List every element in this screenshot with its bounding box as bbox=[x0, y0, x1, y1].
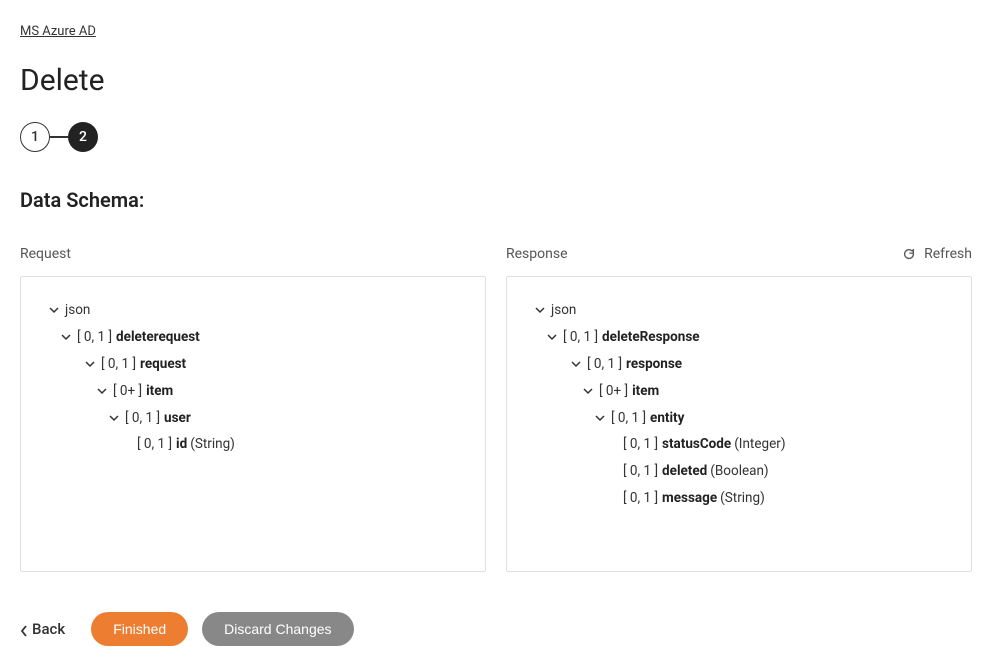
tree-node-name: statusCode bbox=[662, 435, 731, 454]
refresh-label: Refresh bbox=[924, 246, 972, 262]
tree-node-deleterequest[interactable]: [ 0, 1 ] deleterequest bbox=[37, 324, 469, 351]
step-1[interactable]: 1 bbox=[20, 122, 50, 152]
tree-node-entity[interactable]: [ 0, 1 ] entity bbox=[523, 405, 955, 432]
tree-node-cardinality: [ 0, 1 ] bbox=[77, 328, 112, 347]
tree-node-json[interactable]: json bbox=[523, 297, 955, 324]
chevron-left-icon bbox=[20, 623, 28, 635]
response-tree: json [ 0, 1 ] deleteResponse [ 0, 1 ] re… bbox=[506, 276, 972, 572]
tree-node-cardinality: [ 0, 1 ] bbox=[563, 328, 598, 347]
request-tree: json [ 0, 1 ] deleterequest [ 0, 1 ] req… bbox=[20, 276, 486, 572]
tree-node-user[interactable]: [ 0, 1 ] user bbox=[37, 405, 469, 432]
step-2[interactable]: 2 bbox=[68, 122, 98, 152]
section-title: Data Schema: bbox=[20, 188, 972, 212]
breadcrumb-link[interactable]: MS Azure AD bbox=[20, 24, 96, 39]
tree-node-cardinality: [ 0, 1 ] bbox=[623, 462, 658, 481]
tree-node-name: deleteResponse bbox=[602, 328, 700, 347]
tree-node-cardinality: [ 0+ ] bbox=[113, 382, 142, 401]
tree-node-cardinality: [ 0+ ] bbox=[599, 382, 628, 401]
chevron-down-icon bbox=[61, 332, 71, 342]
request-panel: Request json [ 0, 1 ] deleterequest bbox=[20, 244, 486, 572]
tree-node-name: id bbox=[176, 435, 187, 454]
chevron-down-icon bbox=[85, 359, 95, 369]
chevron-down-icon bbox=[595, 413, 605, 423]
back-button[interactable]: Back bbox=[20, 620, 65, 638]
finished-button[interactable]: Finished bbox=[91, 612, 188, 646]
tree-node-type: (Boolean) bbox=[710, 462, 768, 481]
tree-node-type: (Integer) bbox=[734, 435, 785, 454]
tree-node-name: request bbox=[140, 355, 186, 374]
tree-node-item[interactable]: [ 0+ ] item bbox=[37, 378, 469, 405]
request-label: Request bbox=[20, 246, 71, 262]
chevron-down-icon bbox=[49, 305, 59, 315]
tree-node-name: entity bbox=[650, 409, 684, 428]
refresh-icon bbox=[902, 247, 916, 261]
discard-button[interactable]: Discard Changes bbox=[202, 612, 353, 646]
tree-node-cardinality: [ 0, 1 ] bbox=[623, 489, 658, 508]
tree-node-request[interactable]: [ 0, 1 ] request bbox=[37, 351, 469, 378]
tree-node-label: json bbox=[551, 301, 576, 320]
tree-node-name: item bbox=[146, 382, 173, 401]
tree-node-id[interactable]: [ 0, 1 ] id (String) bbox=[37, 431, 469, 458]
tree-node-name: item bbox=[632, 382, 659, 401]
tree-node-cardinality: [ 0, 1 ] bbox=[623, 435, 658, 454]
page-title: Delete bbox=[20, 63, 972, 98]
tree-node-name: deleted bbox=[662, 462, 707, 481]
tree-node-response[interactable]: [ 0, 1 ] response bbox=[523, 351, 955, 378]
chevron-down-icon bbox=[535, 305, 545, 315]
response-label: Response bbox=[506, 246, 568, 262]
chevron-down-icon bbox=[109, 413, 119, 423]
tree-node-type: (String) bbox=[720, 489, 765, 508]
tree-node-json[interactable]: json bbox=[37, 297, 469, 324]
schema-container: Request json [ 0, 1 ] deleterequest bbox=[20, 244, 972, 572]
tree-node-message[interactable]: [ 0, 1 ] message (String) bbox=[523, 485, 955, 512]
tree-node-cardinality: [ 0, 1 ] bbox=[101, 355, 136, 374]
chevron-down-icon bbox=[571, 359, 581, 369]
tree-node-label: json bbox=[65, 301, 90, 320]
tree-node-name: response bbox=[626, 355, 682, 374]
footer-actions: Back Finished Discard Changes bbox=[20, 612, 972, 646]
chevron-down-icon bbox=[547, 332, 557, 342]
chevron-down-icon bbox=[583, 386, 593, 396]
tree-node-deleted[interactable]: [ 0, 1 ] deleted (Boolean) bbox=[523, 458, 955, 485]
refresh-button[interactable]: Refresh bbox=[902, 246, 972, 262]
tree-node-name: deleterequest bbox=[116, 328, 200, 347]
tree-node-item[interactable]: [ 0+ ] item bbox=[523, 378, 955, 405]
back-label: Back bbox=[32, 620, 65, 638]
step-connector bbox=[50, 136, 68, 138]
tree-node-cardinality: [ 0, 1 ] bbox=[587, 355, 622, 374]
tree-node-cardinality: [ 0, 1 ] bbox=[125, 409, 160, 428]
tree-node-deleteresponse[interactable]: [ 0, 1 ] deleteResponse bbox=[523, 324, 955, 351]
response-panel: Response Refresh json [ 0, 1 ] del bbox=[506, 244, 972, 572]
tree-node-name: user bbox=[164, 409, 191, 428]
tree-node-statuscode[interactable]: [ 0, 1 ] statusCode (Integer) bbox=[523, 431, 955, 458]
tree-node-name: message bbox=[662, 489, 717, 508]
tree-node-cardinality: [ 0, 1 ] bbox=[137, 435, 172, 454]
tree-node-cardinality: [ 0, 1 ] bbox=[611, 409, 646, 428]
stepper: 1 2 bbox=[20, 122, 972, 152]
chevron-down-icon bbox=[97, 386, 107, 396]
tree-node-type: (String) bbox=[190, 435, 235, 454]
